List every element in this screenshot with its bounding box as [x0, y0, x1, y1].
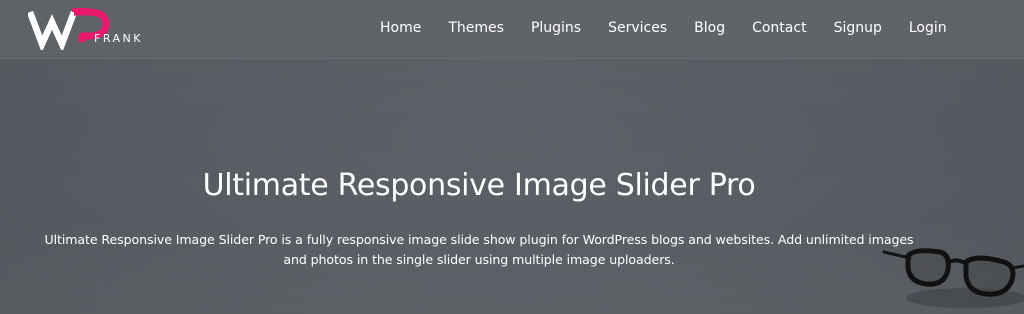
hero-title: Ultimate Responsive Image Slider Pro: [202, 168, 756, 203]
eyeglasses-icon: [880, 236, 1024, 314]
nav-home[interactable]: Home: [380, 18, 421, 38]
nav-login[interactable]: Login: [909, 18, 947, 38]
site-header: FRANK Home Themes Plugins Services Blog …: [0, 0, 1024, 59]
nav-plugins[interactable]: Plugins: [531, 18, 581, 38]
page: FRANK Home Themes Plugins Services Blog …: [0, 0, 1024, 314]
nav-contact[interactable]: Contact: [752, 18, 806, 38]
nav-blog[interactable]: Blog: [694, 18, 725, 38]
logo-wordmark: FRANK: [94, 32, 143, 45]
nav-signup[interactable]: Signup: [834, 18, 882, 38]
logo[interactable]: FRANK: [28, 8, 143, 50]
main-nav: Home Themes Plugins Services Blog Contac…: [380, 17, 947, 39]
hero-description: Ultimate Responsive Image Slider Pro is …: [44, 232, 914, 267]
nav-themes[interactable]: Themes: [448, 18, 504, 38]
nav-services[interactable]: Services: [608, 18, 667, 38]
